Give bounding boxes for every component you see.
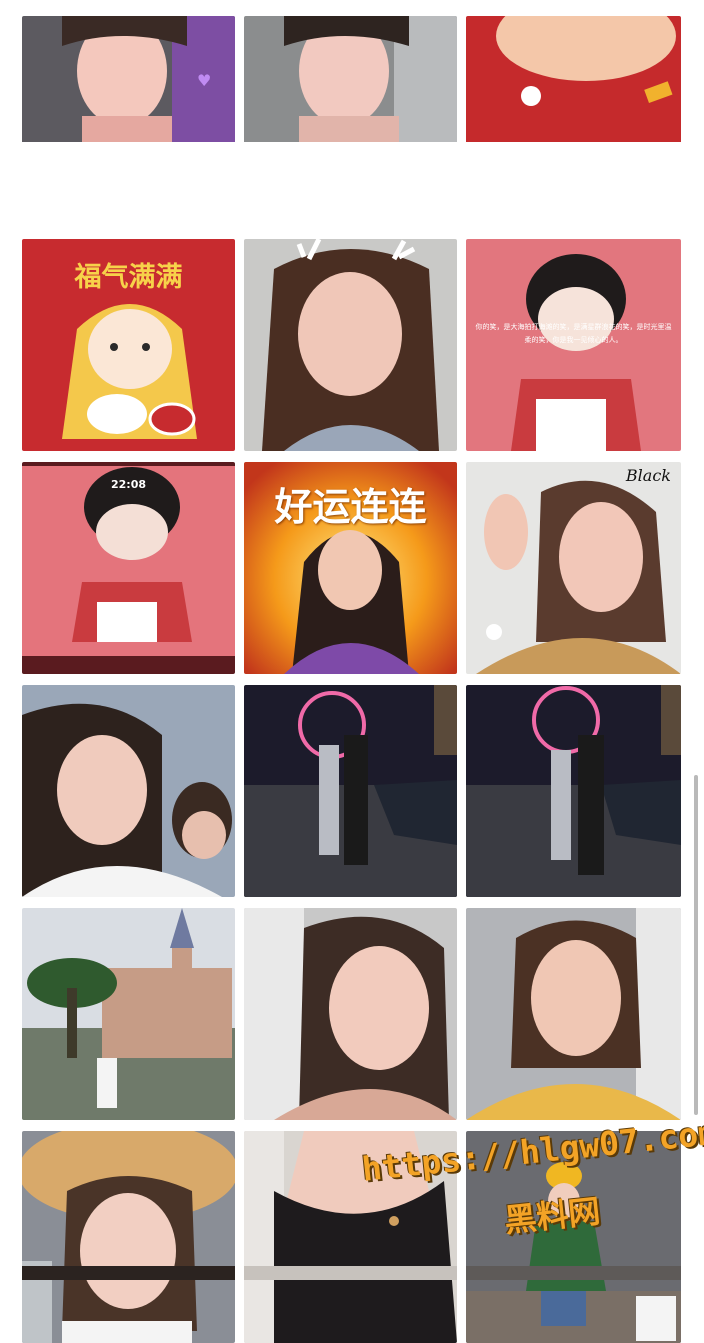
selfie-photo [466,908,681,1120]
selfie-photo [244,239,457,451]
thumbnail-3[interactable]: 2020 [466,16,681,228]
selfie-photo [244,908,457,1120]
thumbnail-8[interactable]: 好运连连 [244,462,457,674]
thumbnail-19-partial[interactable] [22,1266,235,1280]
scrollbar[interactable] [694,775,698,1115]
thumbnail-6[interactable]: 你的笑，是大海拍打海滩的笑，是满星群浪花的笑，是时光里温柔的笑，你是我一见倾心的… [466,239,681,451]
thumbnail-1[interactable]: ♥ [22,16,235,228]
selfie-photo [22,1131,235,1343]
castle-photo [22,908,235,1120]
thumbnail-9[interactable]: Black [466,462,681,674]
thumbnail-5[interactable] [244,239,457,451]
good-luck-text: 好运连连 [274,485,427,529]
thumbnail-2[interactable] [244,16,457,228]
thumbnail-20-partial[interactable] [244,1266,457,1280]
clock-text: 22:08 [110,478,146,491]
cartoon-image [22,462,235,674]
thumbnail-15[interactable] [466,908,681,1120]
selfie-photo: ♥ [22,16,235,142]
selfie-photo [22,685,235,897]
svg-text:♥: ♥ [197,71,211,90]
selfie-photo [466,462,681,674]
quote-text: 你的笑，是大海拍打海滩的笑，是满星群浪花的笑，是时光里温柔的笑，你是我一见倾心的… [475,323,672,344]
year-label: 2020 [484,203,518,218]
night-photo [466,685,681,897]
thumbnail-16[interactable] [22,1131,235,1343]
thumbnail-10[interactable] [22,685,235,897]
thumbnail-7[interactable]: 22:08 [22,462,235,674]
thumbnail-4[interactable]: 福气满满 [22,239,235,451]
cartoon-image [466,16,681,142]
thumbnail-14[interactable] [244,908,457,1120]
thumbnail-21-partial[interactable] [466,1266,681,1280]
thumbnail-13[interactable] [22,908,235,1120]
night-photo [244,685,457,897]
brand-text: Black [625,466,671,485]
blessing-text: 福气满满 [74,262,183,293]
thumbnail-12[interactable] [466,685,681,897]
selfie-photo [244,16,457,142]
thumbnail-11[interactable] [244,685,457,897]
